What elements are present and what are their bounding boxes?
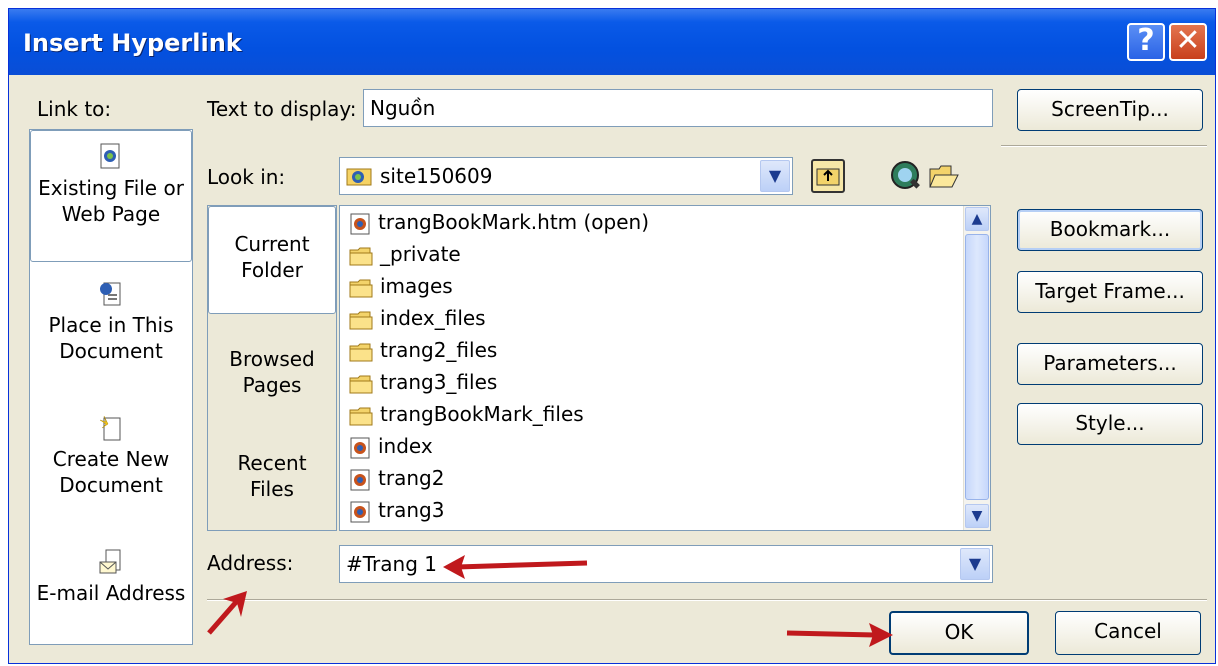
list-item[interactable]: trang2 bbox=[348, 462, 444, 494]
ok-button[interactable]: OK bbox=[889, 611, 1029, 655]
list-item[interactable]: trang3_files bbox=[348, 366, 497, 398]
web-page-icon bbox=[350, 501, 370, 522]
place-in-document-icon bbox=[100, 282, 121, 306]
web-page-icon bbox=[350, 437, 370, 458]
style-button[interactable]: Style... bbox=[1017, 403, 1203, 445]
parameters-button[interactable]: Parameters... bbox=[1017, 343, 1203, 385]
address-label: Address: bbox=[207, 551, 294, 575]
email-icon bbox=[99, 549, 121, 574]
link-to-item-line1: E-mail Address bbox=[36, 581, 186, 605]
link-to-place-in-document[interactable]: Place in This Document bbox=[30, 280, 192, 364]
chevron-down-icon[interactable]: ▼ bbox=[760, 160, 790, 192]
scroll-down-icon[interactable]: ▼ bbox=[965, 504, 989, 528]
folder-icon bbox=[349, 279, 373, 297]
up-one-folder-button[interactable] bbox=[811, 159, 845, 193]
link-to-create-new[interactable]: Create New Document bbox=[30, 414, 192, 498]
look-in-value: site150609 bbox=[380, 164, 493, 188]
folder-icon bbox=[349, 343, 373, 361]
address-input[interactable]: #Trang 1 ▼ bbox=[339, 545, 993, 583]
nav-browsed-pages[interactable]: Browsed Pages bbox=[208, 346, 336, 398]
chevron-down-icon[interactable]: ▼ bbox=[960, 548, 990, 580]
bookmark-button[interactable]: Bookmark... bbox=[1017, 209, 1203, 251]
nav-item-line2: Pages bbox=[242, 373, 302, 397]
scroll-thumb[interactable] bbox=[965, 234, 989, 500]
list-item[interactable]: trangBookMark_files bbox=[348, 398, 584, 430]
web-page-icon bbox=[350, 469, 370, 490]
link-to-item-line1: Create New bbox=[52, 447, 170, 471]
nav-item-line1: Browsed bbox=[229, 347, 315, 371]
look-in-dropdown[interactable]: site150609 ▼ bbox=[339, 157, 793, 195]
existing-file-icon bbox=[100, 143, 120, 169]
screentip-button[interactable]: ScreenTip... bbox=[1017, 89, 1203, 131]
annotation-arrow-ok bbox=[786, 623, 893, 647]
link-to-item-line2: Document bbox=[59, 339, 163, 363]
browse-file-button[interactable] bbox=[927, 159, 961, 193]
text-to-display-label: Text to display: bbox=[207, 97, 357, 121]
link-to-item-line1: Place in This bbox=[48, 313, 174, 337]
list-item[interactable]: trangBookMark.htm (open) bbox=[348, 206, 649, 238]
browse-web-button[interactable] bbox=[889, 159, 923, 193]
folder-icon bbox=[349, 247, 373, 265]
list-item[interactable]: images bbox=[348, 270, 453, 302]
window-title: Insert Hyperlink bbox=[23, 29, 242, 57]
list-item[interactable]: _private bbox=[348, 238, 461, 270]
help-button[interactable]: ? bbox=[1127, 23, 1165, 61]
annotation-arrow-address-label bbox=[207, 591, 247, 635]
nav-item-line1: Recent bbox=[237, 451, 307, 475]
browse-web-icon bbox=[891, 161, 920, 189]
list-item[interactable]: index bbox=[348, 430, 433, 462]
file-list[interactable]: trangBookMark.htm (open) _private images… bbox=[339, 205, 991, 531]
cancel-button[interactable]: Cancel bbox=[1055, 611, 1201, 655]
folder-icon bbox=[349, 375, 373, 393]
link-to-bar: Existing File or Web Page Place in This … bbox=[29, 129, 193, 645]
new-document-icon bbox=[99, 415, 121, 441]
web-page-icon bbox=[350, 213, 370, 234]
vertical-scrollbar[interactable]: ▲ ▼ bbox=[963, 206, 990, 530]
target-frame-button[interactable]: Target Frame... bbox=[1017, 271, 1203, 313]
nav-item-line2: Files bbox=[250, 477, 294, 501]
annotation-arrow-address bbox=[443, 555, 588, 579]
insert-hyperlink-dialog: Insert Hyperlink ? ✕ Link to: Existing F… bbox=[8, 8, 1216, 664]
title-bar[interactable]: Insert Hyperlink ? ✕ bbox=[9, 9, 1215, 75]
nav-recent-files[interactable]: Recent Files bbox=[208, 450, 336, 502]
link-to-item-line2: Web Page bbox=[61, 202, 161, 226]
web-folder-icon bbox=[346, 168, 372, 186]
look-in-label: Look in: bbox=[207, 165, 286, 189]
nav-current-folder[interactable]: Current Folder bbox=[208, 206, 336, 314]
link-to-existing-file[interactable]: Existing File or Web Page bbox=[30, 130, 192, 262]
link-to-item-line2: Document bbox=[59, 473, 163, 497]
folder-up-icon bbox=[816, 168, 840, 186]
separator bbox=[207, 599, 1207, 601]
nav-item-line1: Current bbox=[234, 232, 310, 256]
nav-item-line2: Folder bbox=[241, 258, 303, 282]
list-item[interactable]: trang2_files bbox=[348, 334, 497, 366]
close-button[interactable]: ✕ bbox=[1169, 23, 1207, 61]
separator bbox=[1001, 145, 1207, 147]
link-to-label: Link to: bbox=[37, 97, 112, 121]
folder-icon bbox=[349, 407, 373, 425]
folder-icon bbox=[349, 311, 373, 329]
scroll-up-icon[interactable]: ▲ bbox=[965, 207, 989, 231]
list-item[interactable]: trang3 bbox=[348, 494, 444, 526]
address-value: #Trang 1 bbox=[346, 552, 437, 576]
open-folder-icon bbox=[929, 165, 959, 188]
link-to-email[interactable]: E-mail Address bbox=[30, 548, 192, 606]
list-item[interactable]: index_files bbox=[348, 302, 486, 334]
link-to-item-line1: Existing File or bbox=[38, 176, 184, 200]
text-to-display-input[interactable]: Nguồn bbox=[363, 89, 993, 127]
browse-nav-pane: Current Folder Browsed Pages Recent File… bbox=[207, 205, 337, 531]
